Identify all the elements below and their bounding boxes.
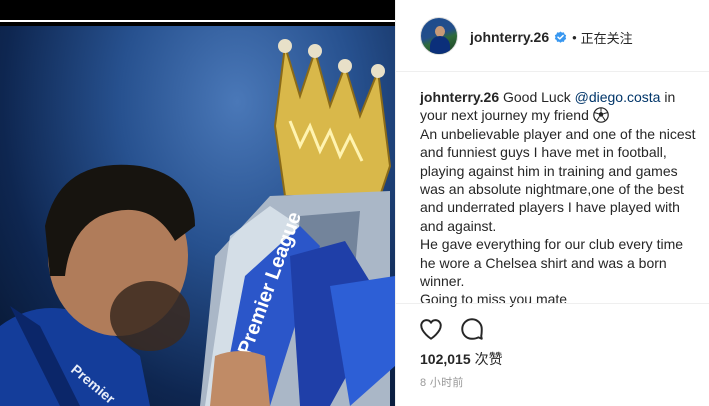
post-actions: 102,015 次赞 8 小时前 <box>396 303 709 406</box>
comment-icon[interactable] <box>459 316 485 342</box>
caption-line-1: johnterry.26 Good Luck @diego.costa in y… <box>420 88 700 125</box>
photo-illustration: Premier League Premier <box>0 39 395 406</box>
likes-count[interactable]: 102,015 次赞 <box>420 349 503 369</box>
trophy-crown <box>273 39 392 197</box>
username-link[interactable]: johnterry.26 <box>470 29 549 45</box>
verified-badge-icon <box>554 30 567 43</box>
mention-link[interactable]: @diego.costa <box>575 89 661 105</box>
separator-dot: • <box>572 29 577 45</box>
post-header: johnterry.26 • 正在关注 <box>396 0 709 72</box>
post-panel: johnterry.26 • 正在关注 johnterry.26 Good Lu… <box>395 0 709 406</box>
likes-unit: 次赞 <box>474 351 503 367</box>
username-row: johnterry.26 • 正在关注 <box>470 28 633 46</box>
media-top-divider <box>0 20 395 22</box>
soccer-ball-icon <box>592 107 609 124</box>
caption-username[interactable]: johnterry.26 <box>420 89 499 105</box>
post-caption: johnterry.26 Good Luck @diego.costa in y… <box>420 88 700 309</box>
following-button[interactable]: 正在关注 <box>581 28 633 47</box>
post-media[interactable]: Premier League Premier <box>0 0 395 406</box>
caption-text-pre: Good Luck <box>503 89 575 105</box>
caption-paragraph-2: He gave everything for our club every ti… <box>420 236 684 290</box>
heart-icon[interactable] <box>418 316 444 342</box>
likes-number: 102,015 <box>420 351 471 367</box>
caption-paragraph-1: An unbelievable player and one of the ni… <box>420 125 696 234</box>
post-photo[interactable]: Premier League Premier <box>0 26 395 406</box>
post-timestamp[interactable]: 8 小时前 <box>420 374 464 390</box>
avatar[interactable] <box>420 17 458 55</box>
